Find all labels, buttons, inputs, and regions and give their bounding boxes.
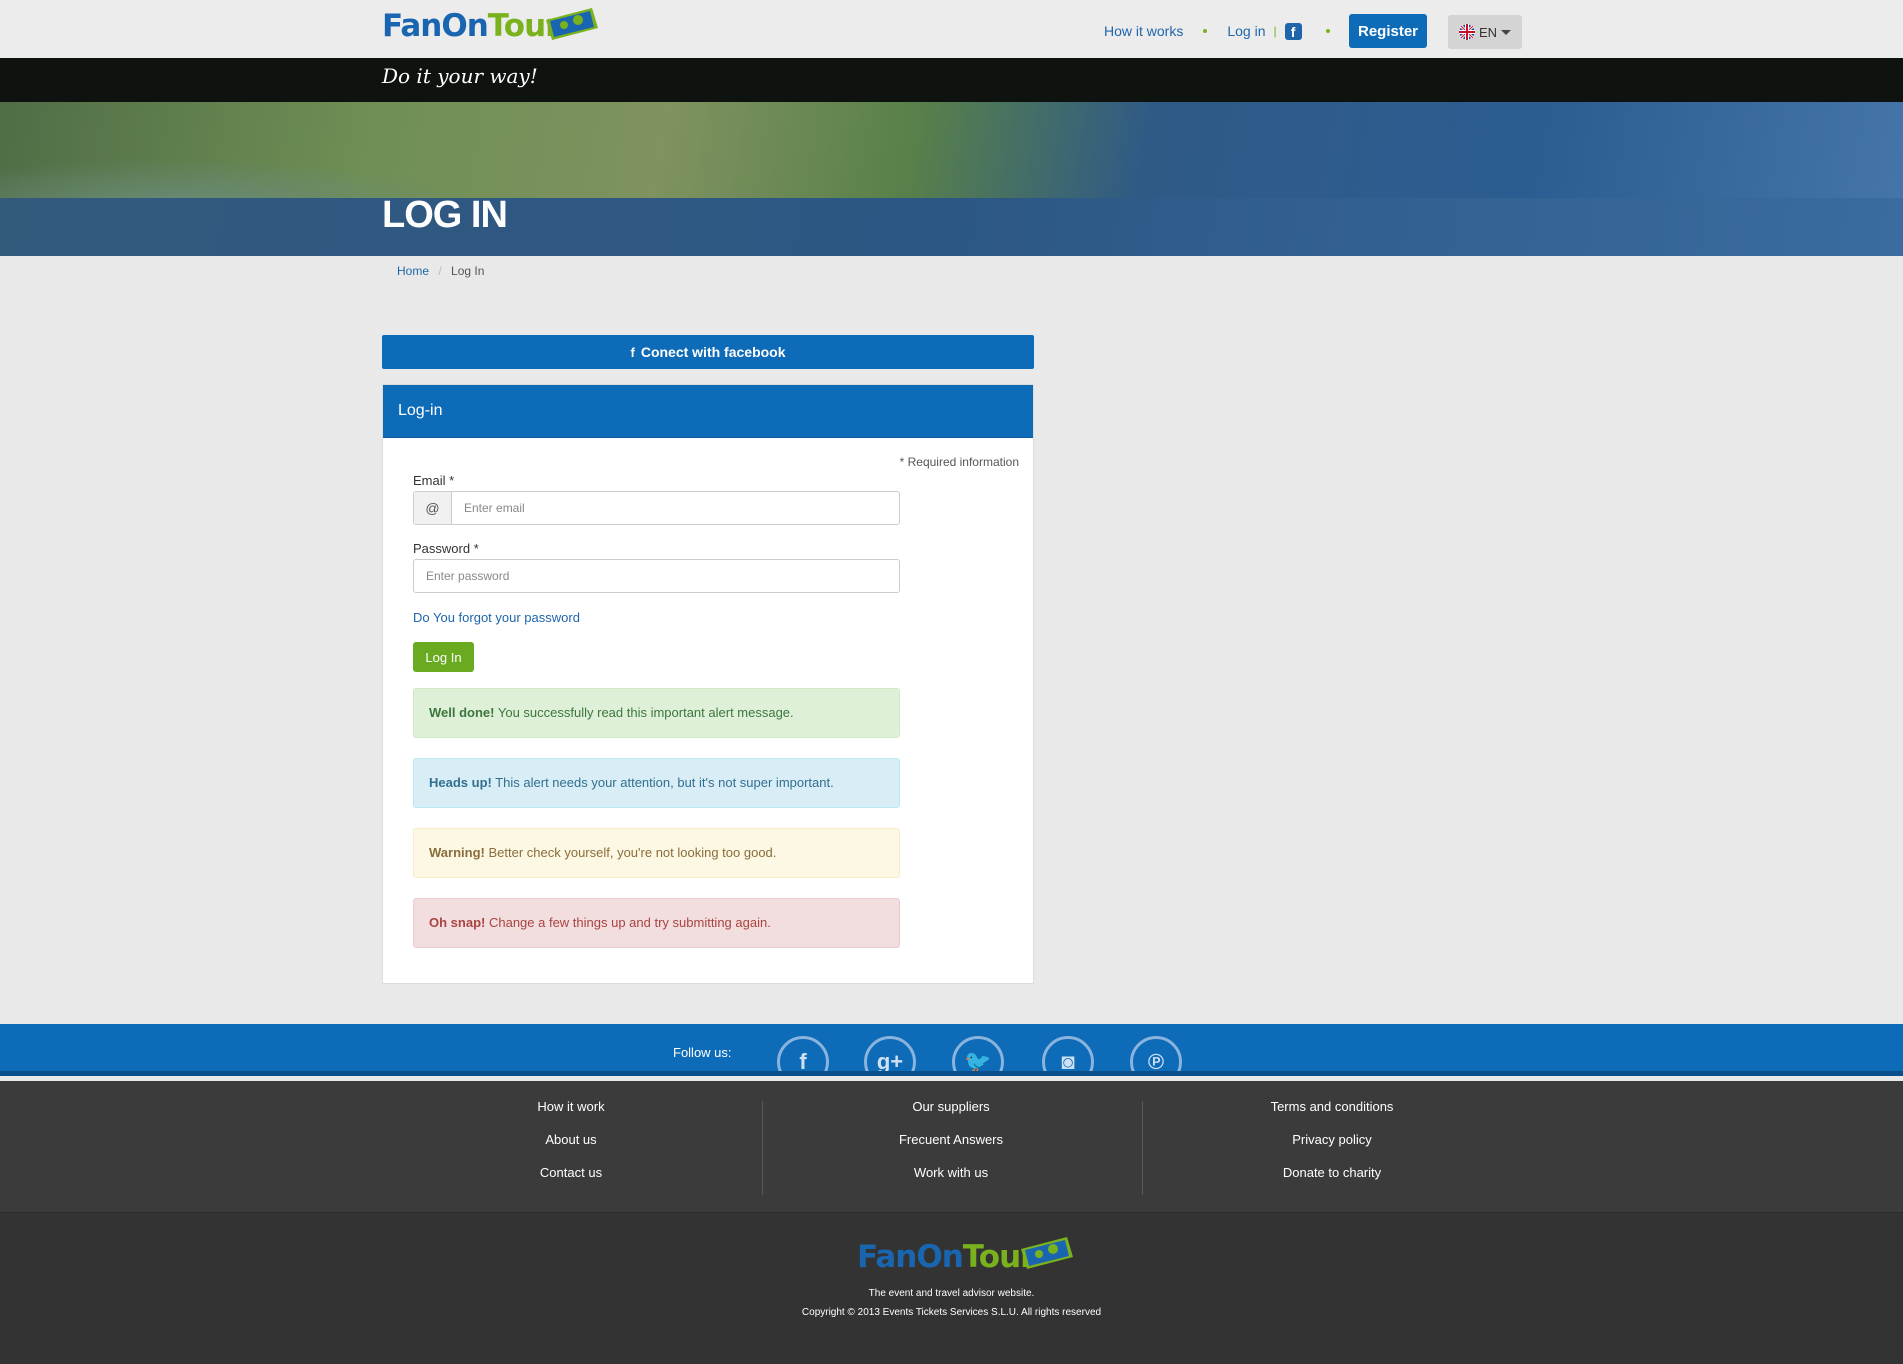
required-note: * Required information — [899, 455, 1019, 469]
footer-column-3: Terms and conditions Privacy policy Dona… — [1182, 1099, 1482, 1198]
header-bar — [0, 0, 1903, 58]
facebook-icon[interactable]: f — [1284, 22, 1302, 40]
footer-column-2: Our suppliers Frecuent Answers Work with… — [801, 1099, 1101, 1198]
forgot-password-link[interactable]: Do You forgot your password — [413, 610, 580, 625]
alert-danger: Oh snap! Change a few things up and try … — [413, 898, 900, 948]
page-title: LOG IN — [382, 194, 508, 236]
brand-name-part1: FanOn — [382, 8, 489, 44]
footer-link[interactable]: Frecuent Answers — [801, 1132, 1101, 1165]
alert-strong: Oh snap! — [429, 915, 486, 930]
email-label: Email * — [413, 473, 455, 488]
email-input-group: @ — [413, 491, 900, 525]
alert-info: Heads up! This alert needs your attentio… — [413, 758, 900, 808]
alert-warning: Warning! Better check yourself, you're n… — [413, 828, 900, 878]
nav-how-it-works[interactable]: How it works — [1104, 23, 1183, 39]
email-field[interactable] — [452, 492, 899, 524]
footer-link[interactable]: Donate to charity — [1182, 1165, 1482, 1198]
google-plus-icon[interactable]: g+ — [864, 1036, 916, 1071]
main-nav: How it works Log in | f — [1104, 14, 1350, 48]
at-icon: @ — [414, 492, 452, 524]
breadcrumb-separator: / — [438, 264, 442, 278]
facebook-icon: f — [630, 344, 635, 360]
facebook-connect-button[interactable]: f Conect with facebook — [382, 335, 1034, 369]
language-label: EN — [1478, 24, 1498, 40]
footer-link[interactable]: How it work — [421, 1099, 721, 1132]
login-panel: Log-in * Required information Email * @ … — [382, 384, 1034, 984]
facebook-icon[interactable]: f — [777, 1036, 829, 1071]
nav-separator-dot — [1203, 29, 1208, 33]
nav-divider: | — [1273, 24, 1277, 38]
footer-about: The event and travel advisor website. — [868, 1288, 1035, 1299]
footer-link[interactable]: Privacy policy — [1182, 1132, 1482, 1165]
ticket-map-icon — [546, 8, 598, 40]
ticket-map-icon — [1021, 1237, 1073, 1269]
footer-link[interactable]: About us — [421, 1132, 721, 1165]
footer-link[interactable]: Our suppliers — [801, 1099, 1101, 1132]
nav-separator-dot — [1325, 29, 1330, 33]
password-field[interactable] — [414, 560, 899, 592]
alert-text: Change a few things up and try submittin… — [488, 915, 771, 930]
alert-text: Better check yourself, you're not lookin… — [488, 845, 777, 860]
footer-copyright: Copyright © 2013 Events Tickets Services… — [801, 1307, 1102, 1318]
alert-strong: Heads up! — [429, 775, 492, 790]
brand-tagline: Do it your way! — [382, 64, 538, 88]
nav-login[interactable]: Log in — [1227, 23, 1265, 39]
breadcrumb-current: Log In — [451, 264, 485, 278]
hero-water — [0, 198, 1903, 256]
breadcrumb: Home / Log In — [397, 264, 484, 278]
brand-name-part1: FanOn — [857, 1239, 964, 1275]
twitter-icon[interactable]: 🐦 — [952, 1036, 1004, 1071]
panel-title: Log-in — [383, 385, 1033, 438]
footer-column-1: How it work About us Contact us — [421, 1099, 721, 1198]
footer-link[interactable]: Work with us — [801, 1165, 1101, 1198]
login-submit-button[interactable]: Log In — [413, 642, 474, 672]
follow-bar: Follow us: f g+ 🐦 ◙ ℗ — [0, 1024, 1903, 1076]
footer-divider — [762, 1101, 763, 1195]
password-input-group — [413, 559, 900, 593]
facebook-connect-label: Conect with facebook — [640, 344, 786, 360]
brand-logo[interactable]: FanOnTour — [382, 8, 602, 54]
footer-links: How it work About us Contact us Our supp… — [0, 1081, 1903, 1213]
alert-strong: Warning! — [429, 845, 485, 860]
alert-text: You successfully read this important ale… — [497, 705, 794, 720]
breadcrumb-home[interactable]: Home — [397, 264, 429, 278]
footer-link[interactable]: Contact us — [421, 1165, 721, 1198]
alert-strong: Well done! — [429, 705, 495, 720]
follow-label: Follow us: — [673, 1045, 732, 1060]
footer-link[interactable]: Terms and conditions — [1182, 1099, 1482, 1132]
password-label: Password * — [413, 541, 479, 556]
alert-text: This alert needs your attention, but it'… — [495, 775, 834, 790]
footer-bottom: FanOnTour The event and travel advisor w… — [0, 1213, 1903, 1364]
register-button[interactable]: Register — [1349, 14, 1427, 48]
language-selector[interactable]: EN — [1448, 15, 1522, 49]
alert-success: Well done! You successfully read this im… — [413, 688, 900, 738]
footer-logo: FanOnTour — [857, 1237, 1077, 1279]
chevron-down-icon — [1501, 29, 1512, 35]
footer-divider — [1142, 1101, 1143, 1195]
pinterest-icon[interactable]: ℗ — [1130, 1036, 1182, 1071]
uk-flag-icon — [1458, 24, 1475, 40]
instagram-icon[interactable]: ◙ — [1042, 1036, 1094, 1071]
